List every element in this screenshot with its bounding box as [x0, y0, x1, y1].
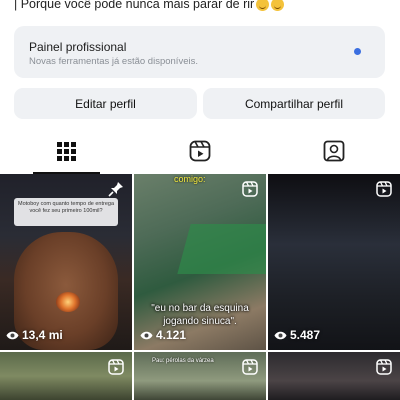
reel-icon — [376, 181, 392, 197]
post-overlay-text: "eu no bar da esquina jogando sinuca". — [151, 303, 249, 327]
post-thumbnail[interactable]: 5.487 — [268, 174, 400, 350]
professional-panel-subtitle: Novas ferramentas já estão disponíveis. — [29, 56, 198, 67]
reel-icon — [242, 359, 258, 375]
post-thumbnail[interactable] — [0, 352, 132, 400]
laughing-emoji-icon — [271, 0, 285, 11]
view-count-text: 4.121 — [156, 328, 187, 342]
profile-tabs — [0, 128, 400, 174]
post-thumbnail[interactable]: comigo: "eu no bar da esquina jogando si… — [134, 174, 266, 350]
tab-posts[interactable] — [0, 128, 133, 174]
view-count-text: 5.487 — [290, 328, 321, 342]
mouth-fire — [56, 292, 80, 312]
bio-text: | Porque você pode nunca mais parar de r… — [14, 0, 255, 11]
notification-dot-icon — [354, 48, 361, 55]
tab-reels[interactable] — [133, 128, 266, 174]
post-thumbnail[interactable] — [268, 352, 400, 400]
professional-panel[interactable]: Painel profissional Novas ferramentas já… — [14, 26, 385, 78]
reels-icon — [189, 140, 210, 162]
pin-icon — [108, 181, 124, 197]
reel-icon — [376, 359, 392, 375]
play-count-icon — [6, 331, 19, 339]
grid-icon — [57, 141, 76, 161]
reel-icon — [108, 359, 124, 375]
play-count-icon — [274, 331, 287, 339]
play-count-icon — [140, 331, 153, 339]
reel-icon — [242, 181, 258, 197]
tagged-icon — [323, 140, 344, 162]
post-overlay-top-text: comigo: — [174, 174, 206, 184]
view-count: 4.121 — [140, 328, 186, 342]
post-overlay-top-text: Pau: pérolas da várzea — [152, 358, 214, 364]
posts-grid: Motoboy com quanto tempo de entrega você… — [0, 174, 400, 400]
post-thumbnail[interactable]: Motoboy com quanto tempo de entrega você… — [0, 174, 132, 350]
laughing-emoji-icon — [256, 0, 270, 11]
post-overlay-text: Motoboy com quanto tempo de entrega você… — [14, 198, 118, 226]
view-count: 13,4 mi — [6, 328, 63, 342]
professional-panel-title: Painel profissional — [29, 40, 127, 54]
post-thumbnail[interactable]: Pau: pérolas da várzea — [134, 352, 266, 400]
edit-profile-button[interactable]: Editar perfil — [14, 88, 197, 119]
pool-table — [177, 224, 266, 274]
bio-line: | Porque você pode nunca mais parar de r… — [14, 0, 285, 11]
view-count: 5.487 — [274, 328, 320, 342]
view-count-text: 13,4 mi — [22, 328, 63, 342]
tab-tagged[interactable] — [267, 128, 400, 174]
share-profile-button[interactable]: Compartilhar perfil — [203, 88, 385, 119]
